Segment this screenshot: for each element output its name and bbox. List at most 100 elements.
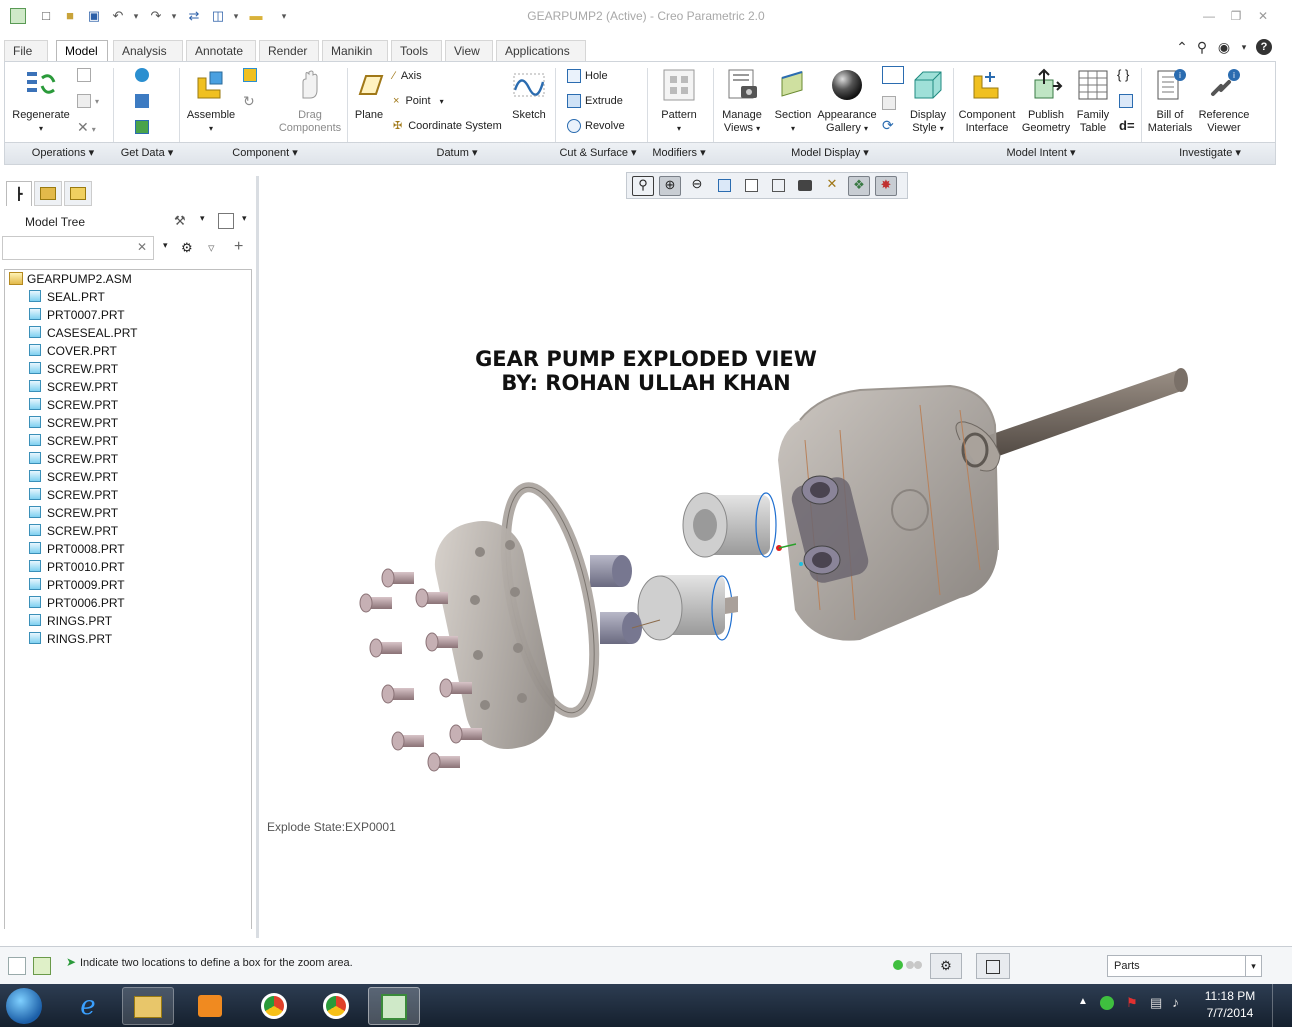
user-defined-feature-button[interactable] — [135, 66, 153, 84]
pump-body[interactable] — [778, 384, 1001, 641]
tree-item[interactable]: PRT0008.PRT — [29, 540, 125, 558]
extrude-button[interactable]: Extrude — [567, 92, 623, 110]
section-button[interactable]: Section ▾ — [769, 68, 817, 135]
tab-manikin[interactable]: Manikin — [322, 40, 388, 62]
close-icon[interactable]: ✕ — [1252, 6, 1274, 26]
minimize-ribbon-icon[interactable]: ⌃ — [1174, 39, 1190, 55]
assemble-button[interactable]: Assemble ▾ — [183, 68, 239, 135]
zoom-in-button[interactable]: ⊕ — [659, 176, 681, 196]
creo-button[interactable] — [368, 987, 420, 1025]
create-component-button[interactable] — [243, 66, 261, 84]
bill-of-materials-button[interactable]: i Bill of Materials — [1143, 68, 1197, 135]
graphics-window[interactable] — [260, 200, 1280, 940]
tree-item[interactable]: SCREW.PRT — [29, 468, 118, 486]
show-icon[interactable] — [218, 213, 234, 229]
clear-search-icon[interactable]: ✕ — [137, 240, 147, 254]
tab-analysis[interactable]: Analysis — [113, 40, 183, 62]
binoculars-icon[interactable]: ⚙ — [181, 240, 193, 256]
media-player-button[interactable] — [184, 987, 236, 1025]
start-button[interactable] — [6, 988, 42, 1024]
tab-applications[interactable]: Applications — [496, 40, 586, 62]
filter-icon[interactable]: ▿ — [208, 240, 215, 256]
tree-item[interactable]: PRT0010.PRT — [29, 558, 125, 576]
relations-button[interactable]: { } — [1117, 66, 1129, 84]
refit-button[interactable]: ⚲ — [632, 176, 654, 196]
restore-icon[interactable]: ❐ — [1225, 6, 1247, 26]
parameters-button[interactable]: d= — [1119, 117, 1135, 135]
view-manager-button[interactable] — [794, 176, 816, 196]
tab-view[interactable]: View — [445, 40, 493, 62]
sketch-button[interactable]: Sketch — [507, 68, 551, 122]
tab-tools[interactable]: Tools — [391, 40, 442, 62]
chrome-button[interactable] — [248, 987, 300, 1025]
manage-views-button[interactable]: Manage Views ▾ — [717, 68, 767, 135]
saved-views-button[interactable] — [767, 176, 789, 196]
utorrent-icon[interactable] — [1100, 996, 1114, 1010]
find-button[interactable]: ⚙ — [930, 953, 962, 979]
tree-settings-icon[interactable]: ⚒ — [174, 213, 186, 229]
tree-item[interactable]: SCREW.PRT — [29, 486, 118, 504]
group-modifiers[interactable]: Modifiers ▾ — [647, 146, 711, 159]
bushing-lower[interactable] — [600, 612, 642, 644]
tab-file[interactable]: File ▾ — [4, 40, 48, 78]
copy-button[interactable] — [77, 66, 95, 84]
repeat-button[interactable]: ↻ — [243, 92, 255, 110]
group-investigate[interactable]: Investigate ▾ — [1145, 146, 1275, 159]
tree-item[interactable]: RINGS.PRT — [29, 612, 112, 630]
show-hidden-icons[interactable]: ▲ — [1078, 996, 1088, 1007]
copy-geometry-button[interactable] — [135, 92, 153, 110]
tree-item[interactable]: SCREW.PRT — [29, 450, 118, 468]
group-get-data[interactable]: Get Data ▾ — [115, 146, 179, 159]
revolve-button[interactable]: Revolve — [567, 117, 625, 135]
selection-filter-select[interactable]: Parts ▾ — [1107, 955, 1262, 977]
tree-item[interactable]: PRT0007.PRT — [29, 306, 125, 324]
chrome-button-2[interactable] — [310, 987, 362, 1025]
tree-item[interactable]: SCREW.PRT — [29, 414, 118, 432]
group-model-display[interactable]: Model Display ▾ — [755, 146, 905, 159]
panel-splitter[interactable] — [256, 176, 259, 938]
tree-item[interactable]: RINGS.PRT — [29, 630, 112, 648]
tab-annotate[interactable]: Annotate — [186, 40, 256, 62]
paste-button[interactable]: ▾ — [77, 92, 99, 110]
annotation-display-button[interactable]: ❖ — [848, 176, 870, 196]
selection-box-button[interactable] — [976, 953, 1010, 979]
add-column-icon[interactable]: + — [234, 238, 243, 256]
help-icon[interactable]: ? — [1256, 39, 1272, 55]
toggle-navigator-icon[interactable] — [8, 957, 26, 975]
reference-viewer-button[interactable]: i Reference Viewer — [1195, 68, 1253, 135]
group-component[interactable]: Component ▾ — [205, 146, 325, 159]
shrinkwrap-button[interactable] — [135, 118, 153, 136]
delete-button[interactable]: ✕ ▾ — [77, 118, 96, 136]
tab-model[interactable]: Model — [56, 40, 108, 62]
component-interface-button[interactable]: Component Interface — [955, 68, 1019, 135]
tree-item[interactable]: SCREW.PRT — [29, 504, 118, 522]
tab-render[interactable]: Render — [259, 40, 319, 62]
file-explorer-button[interactable] — [122, 987, 174, 1025]
pattern-button[interactable]: Pattern ▾ — [653, 68, 705, 135]
action-center-icon[interactable]: ⚑ — [1126, 995, 1138, 1011]
tree-item[interactable]: SEAL.PRT — [29, 288, 105, 306]
tree-item[interactable]: SCREW.PRT — [29, 522, 118, 540]
tree-search-input[interactable]: ✕ — [2, 236, 154, 260]
hole-button[interactable]: Hole — [567, 67, 608, 85]
spin-center-display-button[interactable]: ✸ — [875, 176, 897, 196]
tree-item[interactable]: CASESEAL.PRT — [29, 324, 137, 342]
favorites-tab[interactable] — [64, 181, 92, 206]
drive-gear[interactable] — [637, 575, 738, 641]
folder-browser-tab[interactable] — [34, 181, 62, 206]
display-style-button[interactable]: Display Style ▾ — [903, 68, 953, 135]
bushing-upper[interactable] — [590, 555, 632, 587]
regenerate-button[interactable]: Regenerate ▾ — [11, 68, 71, 135]
group-operations[interactable]: Operations ▾ — [23, 146, 103, 159]
switch-dimensions-button[interactable] — [1119, 92, 1137, 110]
coordinate-system-button[interactable]: ✠ Coordinate System — [393, 117, 502, 135]
family-table-button[interactable]: Family Table — [1071, 68, 1115, 135]
driven-gear[interactable] — [682, 492, 777, 558]
group-datum[interactable]: Datum ▾ — [397, 146, 517, 159]
plane-button[interactable]: Plane — [349, 68, 389, 122]
tree-root[interactable]: GEARPUMP2.ASM — [9, 270, 132, 288]
system-clock[interactable]: 11:18 PM 7/7/2014 — [1195, 988, 1265, 1022]
search-dropdown-icon[interactable]: ▾ — [163, 240, 168, 251]
display-style-small-button[interactable] — [740, 176, 762, 196]
tree-settings-dropdown-icon[interactable]: ▾ — [200, 213, 205, 224]
